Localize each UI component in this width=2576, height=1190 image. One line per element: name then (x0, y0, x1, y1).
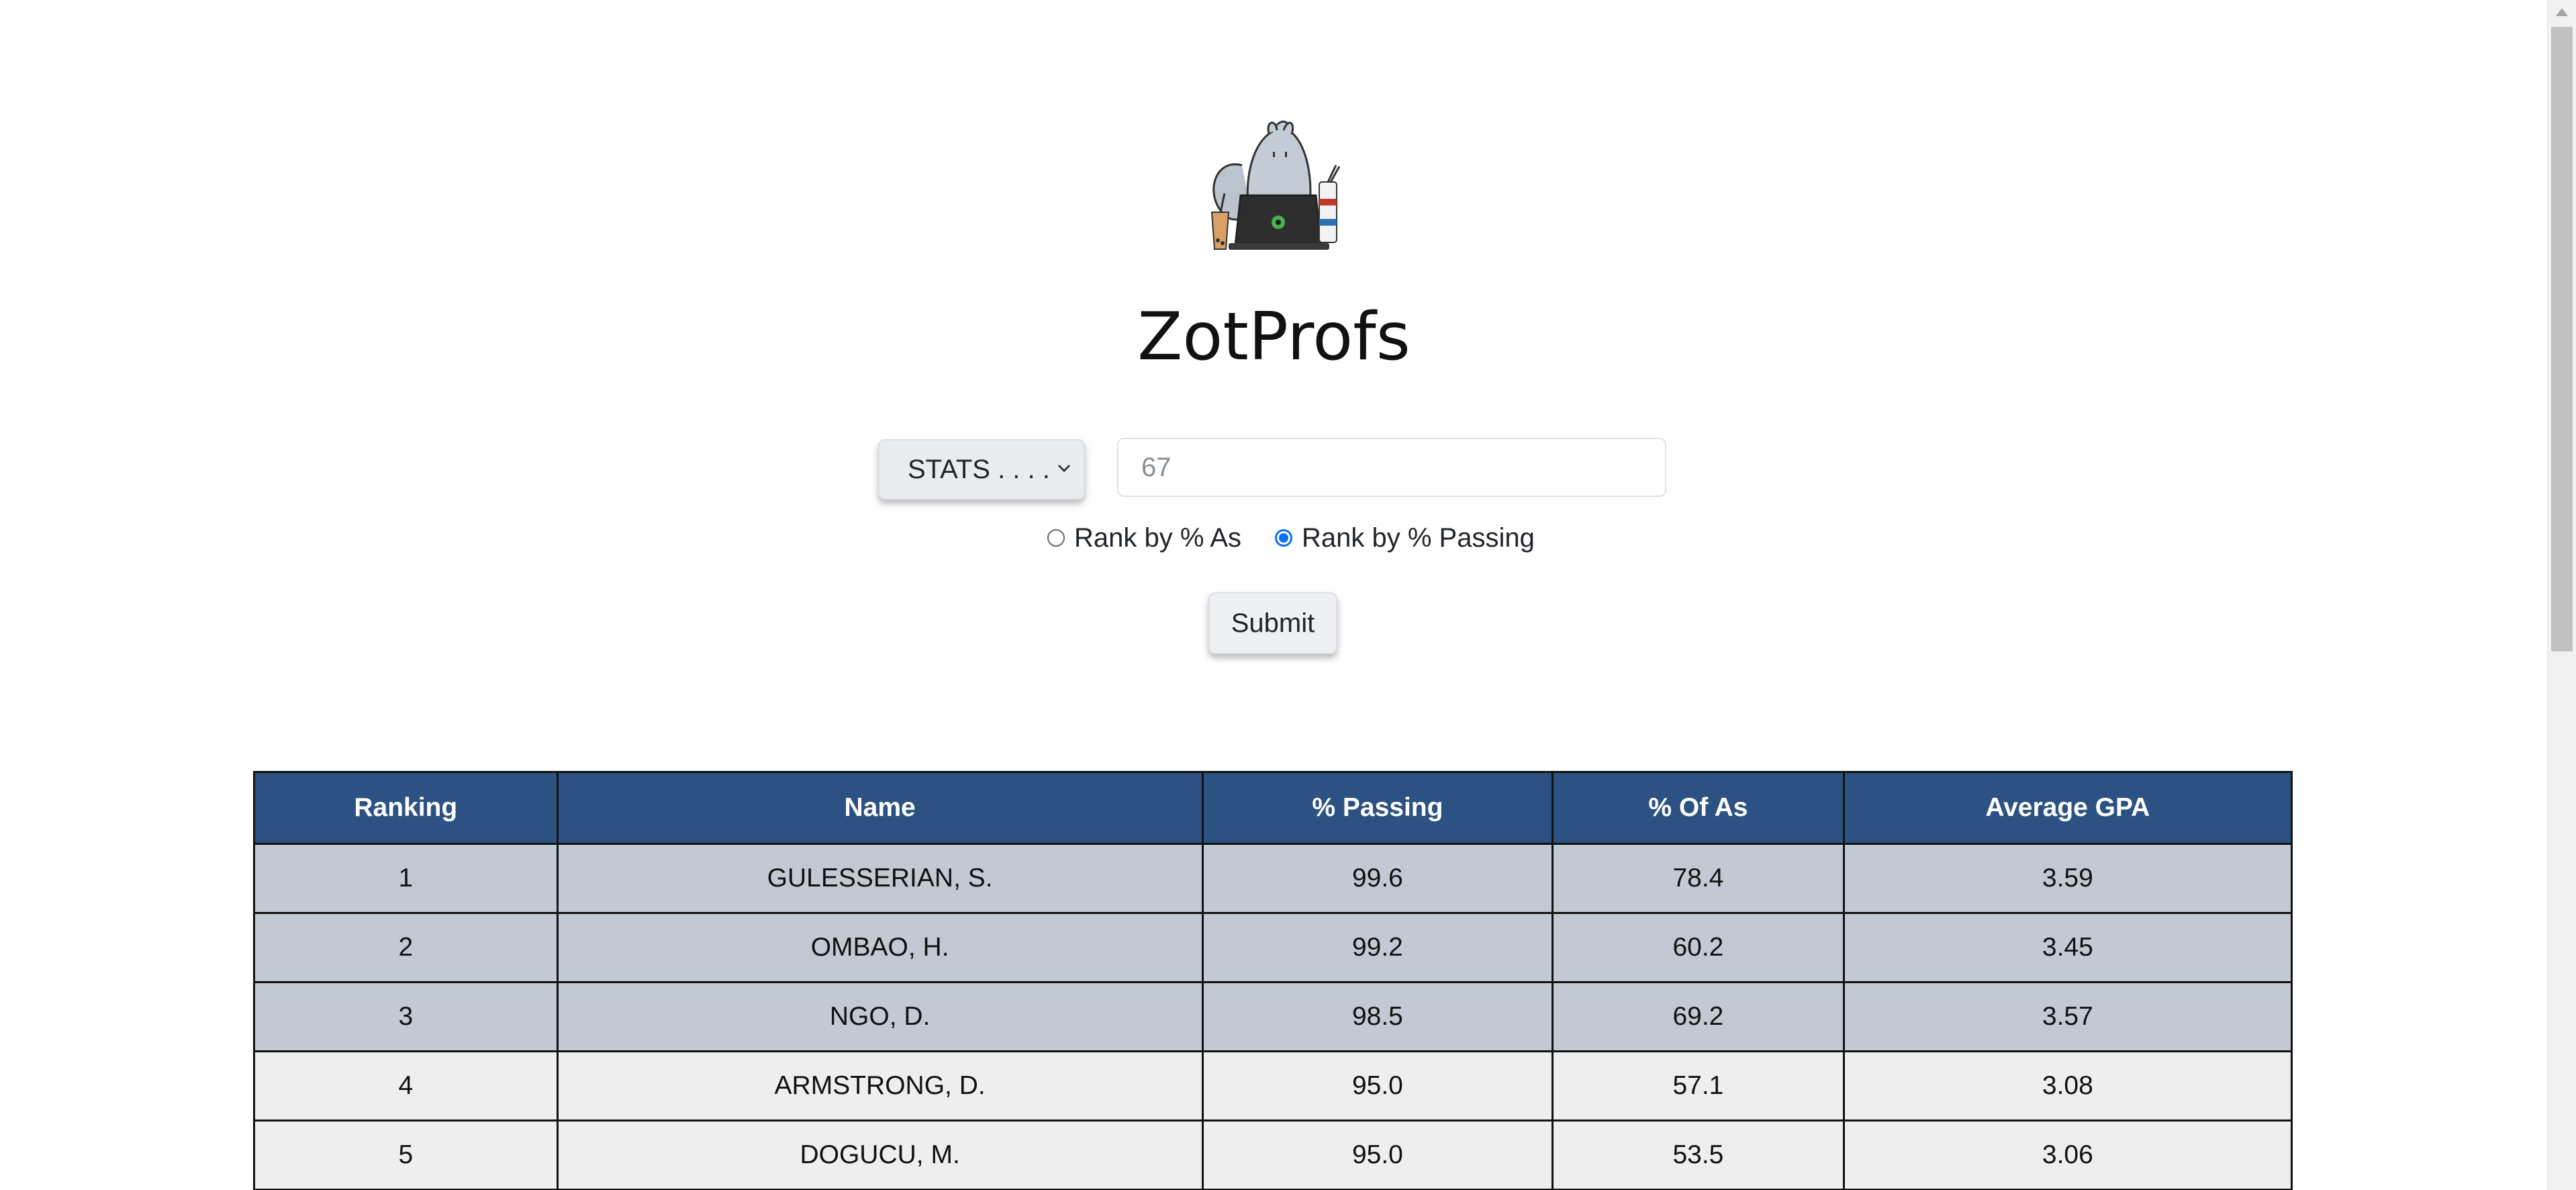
cell-gpa: 3.57 (1842, 981, 2293, 1052)
rank-by-passing-radio[interactable] (1275, 529, 1293, 547)
cell-ranking: 1 (253, 843, 559, 914)
ranking-table: Ranking Name % Passing % Of As Average G… (253, 771, 2293, 1190)
cell-gpa: 3.08 (1842, 1050, 2293, 1122)
page-title: ZotProfs (1137, 299, 1411, 375)
cell-passing: 95.0 (1201, 1050, 1554, 1122)
rank-by-as-label: Rank by % As (1074, 522, 1242, 553)
vertical-scrollbar[interactable] (2547, 0, 2576, 1190)
column-header-ranking: Ranking (253, 771, 559, 845)
cell-name: NGO, D. (556, 981, 1204, 1052)
cell-ranking: 4 (253, 1050, 559, 1122)
cell-passing: 99.2 (1201, 912, 1554, 983)
cell-as: 78.4 (1552, 843, 1845, 914)
table-row: 4 ARMSTRONG, D. 95.0 57.1 3.08 (253, 1050, 2293, 1122)
cell-ranking: 5 (253, 1119, 559, 1190)
page: ZotProfs STATS . . . . 67 Rank by % As R… (0, 0, 2576, 1190)
cell-name: ARMSTRONG, D. (556, 1050, 1204, 1122)
cell-passing: 98.5 (1201, 981, 1554, 1052)
cell-as: 60.2 (1552, 912, 1845, 983)
rank-by-passing-label: Rank by % Passing (1302, 522, 1535, 553)
rank-by-as-radio[interactable] (1047, 529, 1065, 547)
course-number-placeholder: 67 (1141, 453, 1172, 482)
cell-as: 57.1 (1552, 1050, 1845, 1122)
rank-by-as-option[interactable]: Rank by % As (1047, 523, 1241, 553)
cell-ranking: 2 (253, 912, 559, 983)
column-header-gpa: Average GPA (1842, 771, 2293, 845)
course-number-input[interactable]: 67 (1117, 438, 1666, 497)
cell-gpa: 3.45 (1842, 912, 2293, 983)
cell-as: 69.2 (1552, 981, 1845, 1052)
cell-ranking: 3 (253, 981, 559, 1052)
column-header-as: % Of As (1552, 771, 1845, 845)
column-header-passing: % Passing (1201, 771, 1554, 845)
cell-name: DOGUCU, M. (556, 1119, 1204, 1190)
table-header-row: Ranking Name % Passing % Of As Average G… (253, 771, 2293, 845)
ranking-radio-group: Rank by % As Rank by % Passing (1047, 517, 1535, 559)
department-select-value: STATS . . . . (908, 455, 1050, 484)
department-select[interactable]: STATS . . . . (878, 439, 1085, 500)
cell-as: 53.5 (1552, 1119, 1845, 1190)
cell-name: GULESSERIAN, S. (556, 843, 1204, 914)
table-row: 1 GULESSERIAN, S. 99.6 78.4 3.59 (253, 843, 2293, 914)
cell-gpa: 3.06 (1842, 1119, 2293, 1190)
submit-button[interactable]: Submit (1208, 592, 1337, 654)
scrollbar-thumb[interactable] (2551, 27, 2573, 651)
cell-passing: 95.0 (1201, 1119, 1554, 1190)
scroll-up-arrow-icon[interactable] (2556, 8, 2568, 16)
rank-by-passing-option[interactable]: Rank by % Passing (1275, 523, 1535, 553)
table-row: 2 OMBAO, H. 99.2 60.2 3.45 (253, 912, 2293, 983)
cell-passing: 99.6 (1201, 843, 1554, 914)
cell-name: OMBAO, H. (556, 912, 1204, 983)
column-header-name: Name (556, 771, 1204, 845)
cell-gpa: 3.59 (1842, 843, 2293, 914)
table-row: 3 NGO, D. 98.5 69.2 3.57 (253, 981, 2293, 1052)
table-row: 5 DOGUCU, M. 95.0 53.5 3.06 (253, 1119, 2293, 1190)
anteater-laptop-mascot-icon (1210, 120, 1341, 250)
chevron-down-icon (1057, 464, 1071, 473)
